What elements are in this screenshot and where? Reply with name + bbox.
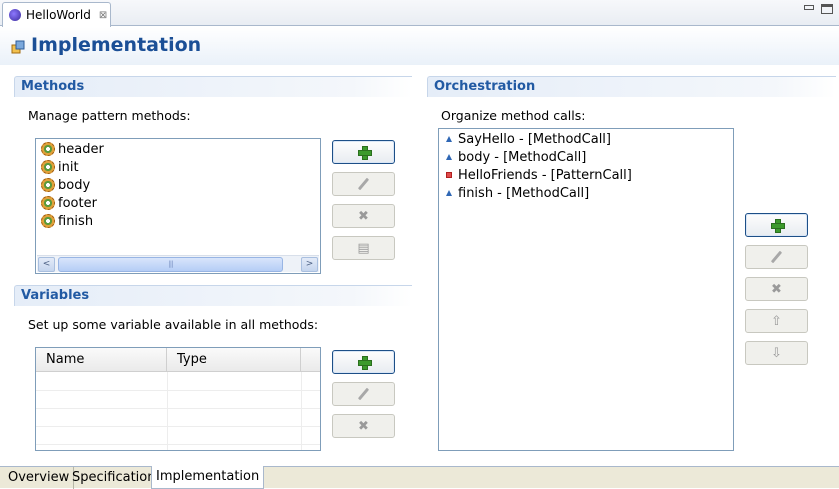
edit-call-button[interactable] bbox=[745, 245, 808, 269]
column-header-name[interactable]: Name bbox=[36, 348, 167, 372]
add-variable-button[interactable] bbox=[332, 350, 395, 374]
pencil-icon bbox=[770, 250, 783, 264]
editor-tab-label: HelloWorld bbox=[26, 8, 91, 22]
method-icon bbox=[41, 160, 55, 174]
arrow-down-icon: ⇩ bbox=[771, 345, 782, 361]
delete-method-button[interactable]: ✖ bbox=[332, 204, 395, 228]
orchestration-description: Organize method calls: bbox=[441, 108, 586, 123]
tab-overview[interactable]: Overview bbox=[4, 467, 75, 489]
delete-icon: ✖ bbox=[358, 418, 369, 434]
pattern-call-icon bbox=[446, 172, 452, 178]
delete-icon: ✖ bbox=[358, 208, 369, 224]
list-item[interactable]: init bbox=[41, 158, 79, 176]
editor-tab-helloworld[interactable]: HelloWorld ⊠ bbox=[2, 2, 111, 27]
scroll-thumb[interactable]: ||| bbox=[58, 257, 283, 272]
implementation-icon bbox=[11, 40, 25, 54]
move-down-button[interactable]: ⇩ bbox=[745, 341, 808, 365]
close-icon[interactable]: ⊠ bbox=[99, 10, 107, 21]
list-item[interactable]: HelloFriends - [PatternCall] bbox=[443, 166, 632, 184]
arrow-up-icon: ⇧ bbox=[771, 313, 782, 329]
list-item[interactable]: footer bbox=[41, 194, 97, 212]
form-header: Implementation bbox=[0, 27, 839, 65]
method-label: footer bbox=[58, 195, 97, 211]
tab-implementation[interactable]: Implementation bbox=[151, 466, 265, 489]
tab-specification[interactable]: Specification bbox=[68, 467, 161, 489]
list-item[interactable]: SayHello - [MethodCall] bbox=[443, 130, 611, 148]
orchestration-list[interactable]: SayHello - [MethodCall] body - [MethodCa… bbox=[438, 128, 734, 451]
add-icon bbox=[357, 146, 372, 160]
method-call-icon bbox=[446, 154, 452, 160]
scroll-right-icon[interactable]: > bbox=[301, 257, 318, 272]
minimize-icon[interactable] bbox=[803, 4, 815, 14]
pencil-icon bbox=[357, 387, 370, 401]
scroll-left-icon[interactable]: < bbox=[38, 257, 55, 272]
methods-list[interactable]: header init body footer finish < ||| > bbox=[35, 138, 321, 274]
method-icon bbox=[41, 196, 55, 210]
pattern-file-icon bbox=[9, 9, 21, 21]
pencil-icon bbox=[357, 177, 370, 191]
method-label: header bbox=[58, 141, 104, 157]
variables-section-title[interactable]: Variables bbox=[14, 285, 412, 306]
table-header: Name Type bbox=[36, 348, 320, 372]
list-item[interactable]: body - [MethodCall] bbox=[443, 148, 586, 166]
method-icon bbox=[41, 214, 55, 228]
column-header-type[interactable]: Type bbox=[167, 348, 301, 372]
list-item[interactable]: finish - [MethodCall] bbox=[443, 184, 589, 202]
methods-description: Manage pattern methods: bbox=[28, 108, 191, 123]
method-icon bbox=[41, 142, 55, 156]
method-call-icon bbox=[446, 136, 452, 142]
form-page-tabs: Overview Specification Implementation bbox=[0, 466, 839, 489]
page-title: Implementation bbox=[31, 34, 202, 56]
methods-horizontal-scrollbar[interactable]: < ||| > bbox=[37, 255, 319, 272]
list-item[interactable]: finish bbox=[41, 212, 93, 230]
variables-description: Set up some variable available in all me… bbox=[28, 317, 319, 332]
add-method-button[interactable] bbox=[332, 140, 395, 164]
orchestration-section-title[interactable]: Orchestration bbox=[427, 76, 836, 97]
maximize-icon[interactable] bbox=[821, 4, 833, 14]
call-label: finish - [MethodCall] bbox=[458, 185, 590, 201]
variables-table[interactable]: Name Type bbox=[35, 347, 321, 451]
call-label: HelloFriends - [PatternCall] bbox=[458, 167, 632, 183]
table-row bbox=[36, 426, 320, 427]
call-label: SayHello - [MethodCall] bbox=[458, 131, 611, 147]
method-call-icon bbox=[446, 190, 452, 196]
method-icon bbox=[41, 178, 55, 192]
table-row bbox=[36, 444, 320, 445]
delete-icon: ✖ bbox=[771, 281, 782, 297]
add-call-button[interactable] bbox=[745, 213, 808, 237]
override-method-button[interactable]: ▤ bbox=[332, 236, 395, 260]
add-icon bbox=[770, 219, 785, 233]
edit-method-button[interactable] bbox=[332, 172, 395, 196]
add-icon bbox=[357, 356, 372, 370]
editor-tab-bar: HelloWorld ⊠ bbox=[0, 0, 839, 27]
method-label: finish bbox=[58, 213, 94, 229]
delete-variable-button[interactable]: ✖ bbox=[332, 414, 395, 438]
table-row bbox=[36, 390, 320, 391]
move-up-button[interactable]: ⇧ bbox=[745, 309, 808, 333]
column-divider bbox=[167, 372, 168, 450]
list-item[interactable]: header bbox=[41, 140, 104, 158]
call-label: body - [MethodCall] bbox=[458, 149, 587, 165]
methods-section-title[interactable]: Methods bbox=[14, 76, 412, 97]
method-label: body bbox=[58, 177, 91, 193]
column-divider bbox=[301, 372, 302, 450]
method-label: init bbox=[58, 159, 79, 175]
document-icon: ▤ bbox=[357, 240, 370, 256]
list-item[interactable]: body bbox=[41, 176, 90, 194]
delete-call-button[interactable]: ✖ bbox=[745, 277, 808, 301]
edit-variable-button[interactable] bbox=[332, 382, 395, 406]
table-row bbox=[36, 408, 320, 409]
